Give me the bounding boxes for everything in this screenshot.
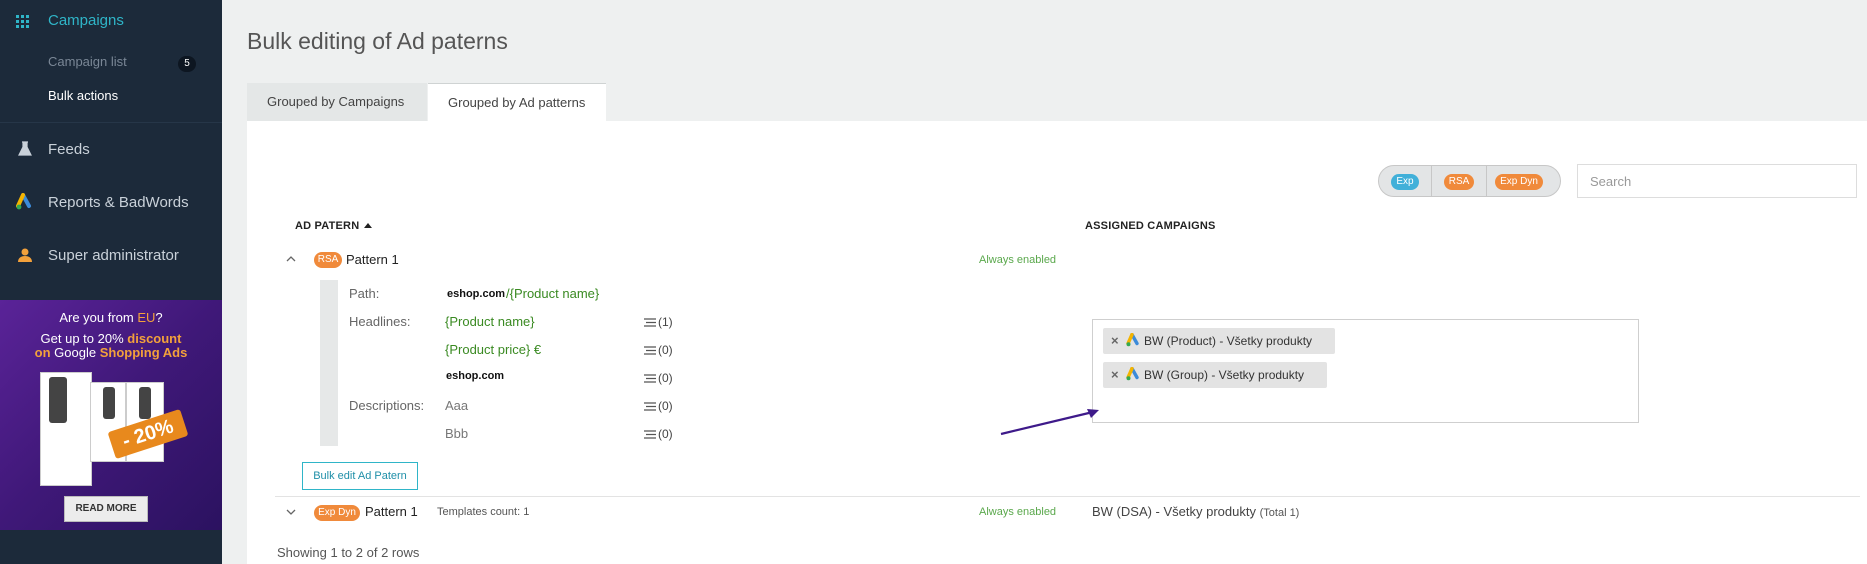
promo-line-1: Are you from EU? [59, 310, 163, 325]
remove-tag-icon[interactable]: × [1111, 362, 1121, 388]
nav-reports-label: Reports & BadWords [48, 194, 189, 211]
google-ads-icon [1126, 333, 1139, 347]
templates-count: Templates count: 1 [437, 506, 530, 518]
usage-count: (0) [644, 427, 673, 441]
sidebar-divider [0, 122, 222, 123]
tab-grouped-by-campaigns[interactable]: Grouped by Campaigns [247, 83, 427, 121]
filter-divider [1486, 166, 1487, 196]
status-always-enabled: Always enabled [979, 254, 1057, 266]
row-divider [275, 496, 1860, 497]
search-input[interactable] [1577, 164, 1857, 198]
bulk-edit-ad-pattern-button[interactable]: Bulk edit Ad Patern [302, 462, 418, 490]
nav-reports[interactable]: Reports & BadWords [0, 183, 222, 223]
type-filter-group: Exp RSA Exp Dyn [1378, 165, 1561, 197]
usage-count: (0) [644, 371, 673, 385]
description-text: Bbb [445, 426, 469, 441]
phone-image [139, 387, 151, 419]
promo-line-2: Get up to 20% discount [40, 331, 182, 346]
sidebar: Campaigns Campaign list 5 Bulk actions F… [0, 0, 222, 564]
phone-image [49, 377, 67, 423]
description-text: Aaa [445, 398, 469, 413]
chevron-up-icon[interactable] [286, 254, 296, 264]
google-ads-icon [16, 193, 34, 211]
remove-tag-icon[interactable]: × [1111, 328, 1121, 354]
pattern-name: Pattern 1 [365, 504, 418, 519]
page-title: Bulk editing of Ad paterns [247, 28, 508, 54]
annotation-arrow [1000, 409, 1099, 436]
filter-rsa[interactable]: RSA [1444, 174, 1474, 190]
filter-exp[interactable]: Exp [1391, 174, 1419, 190]
promo-line-3: on Google Shopping Ads [34, 345, 188, 360]
usage-count: (0) [644, 399, 673, 413]
lines-icon [644, 402, 656, 411]
headline-text: eshop.com [446, 370, 505, 382]
lines-icon [644, 346, 656, 355]
user-icon [16, 246, 34, 264]
rsa-badge: RSA [314, 252, 342, 268]
lines-icon [644, 430, 656, 439]
campaign-tag: × BW (Product) - Všetky produkty [1103, 328, 1335, 354]
path-domain: eshop.com [447, 288, 506, 300]
lines-icon [644, 374, 656, 383]
filter-divider [1431, 166, 1432, 196]
usage-count: (0) [644, 343, 673, 357]
headline-text: {Product price} € [445, 342, 542, 357]
chevron-down-icon[interactable] [286, 507, 296, 517]
nav-campaigns-label: Campaigns [48, 12, 124, 29]
sidebar-item-bulk-actions[interactable]: Bulk actions [48, 88, 118, 103]
filter-exp-dyn[interactable]: Exp Dyn [1495, 174, 1543, 190]
nav-feeds-label: Feeds [48, 141, 90, 158]
assigned-campaigns-field[interactable]: × BW (Product) - Všetky produkty × BW (Gro… [1092, 319, 1639, 423]
column-header-ad-pattern[interactable]: AD PATERN [295, 220, 373, 232]
tab-grouped-by-ad-patterns[interactable]: Grouped by Ad patterns [428, 83, 606, 121]
product-card-image [40, 372, 92, 486]
path-value: /{Product name} [506, 286, 600, 301]
sidebar-item-campaign-list[interactable]: Campaign list [48, 54, 127, 69]
usage-count: (1) [644, 315, 673, 329]
detail-indent-bar [320, 280, 338, 446]
read-more-button[interactable]: READ MORE [64, 496, 148, 522]
assigned-campaign: BW (DSA) - Všetky produkty (Total 1) [1092, 504, 1300, 519]
grid-icon [16, 15, 29, 28]
google-ads-icon [1126, 367, 1139, 381]
nav-super-admin-label: Super administrator [48, 247, 179, 264]
promo-banner[interactable]: Are you from EU? Get up to 20% discount … [0, 300, 222, 530]
headline-text: {Product name} [445, 314, 535, 329]
lines-icon [644, 318, 656, 327]
flask-icon [16, 140, 34, 158]
path-label: Path: [349, 286, 380, 301]
headlines-label: Headlines: [349, 314, 411, 329]
nav-campaigns[interactable]: Campaigns [0, 0, 222, 44]
exp-dyn-badge: Exp Dyn [314, 505, 360, 521]
descriptions-label: Descriptions: [349, 398, 425, 413]
nav-super-admin[interactable]: Super administrator [0, 236, 222, 276]
status-always-enabled: Always enabled [979, 506, 1057, 518]
nav-feeds[interactable]: Feeds [0, 130, 222, 170]
column-header-assigned-campaigns: ASSIGNED CAMPAIGNS [1085, 220, 1216, 232]
sort-asc-icon [364, 223, 373, 228]
campaign-tag: × BW (Group) - Všetky produkty [1103, 362, 1327, 388]
pagination-info: Showing 1 to 2 of 2 rows [277, 545, 420, 560]
phone-image [103, 387, 115, 419]
campaign-count-badge: 5 [178, 56, 196, 72]
pattern-name: Pattern 1 [346, 252, 399, 267]
